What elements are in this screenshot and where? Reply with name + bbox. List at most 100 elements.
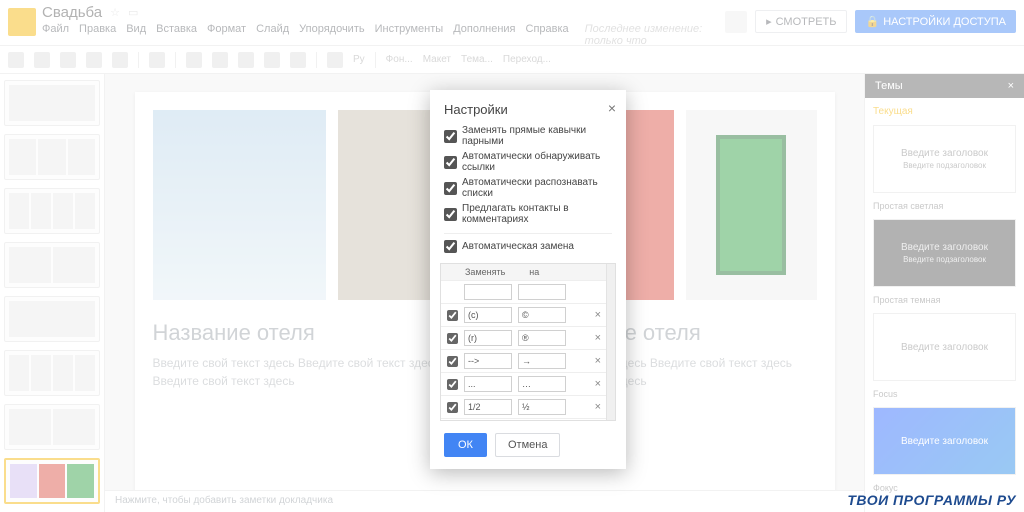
ok-button[interactable]: ОК [444, 433, 487, 457]
menu-file[interactable]: Файл [42, 23, 69, 47]
opt-detect-lists[interactable]: Автоматически распознавать списки [444, 177, 612, 199]
delete-row-icon[interactable]: × [595, 355, 601, 367]
menu-format[interactable]: Формат [207, 23, 246, 47]
replace-table: Заменять на × × × × × × [440, 263, 616, 421]
title-bar: Свадьба ☆ ▭ Файл Правка Вид Вставка Форм… [0, 0, 1024, 46]
menu-help[interactable]: Справка [526, 23, 569, 47]
opt-auto-replace[interactable]: Автоматическая замена [444, 240, 612, 253]
thumb-7[interactable] [4, 404, 100, 450]
thumb-5[interactable] [4, 296, 100, 342]
paint-icon[interactable] [112, 52, 128, 68]
replace-from[interactable] [464, 353, 512, 369]
theme-card-current[interactable]: Введите заголовокВведите подзаголовок [873, 125, 1016, 193]
menu-addons[interactable]: Дополнения [453, 23, 515, 47]
thumb-6[interactable] [4, 350, 100, 396]
opt-smart-quotes[interactable]: Заменять прямые кавычки парными [444, 125, 612, 147]
last-edit-label: Последнее изменение: только что [585, 23, 719, 47]
replace-from[interactable] [464, 399, 512, 415]
table-row: × [441, 395, 615, 418]
redo-icon[interactable] [60, 52, 76, 68]
present-button[interactable]: ▸ СМОТРЕТЬ [755, 10, 847, 33]
delete-row-icon[interactable]: × [595, 309, 601, 321]
replace-to[interactable] [518, 399, 566, 415]
toolbar-background[interactable]: Фон... [386, 54, 413, 65]
new-slide-icon[interactable] [8, 52, 24, 68]
toolbar-layout[interactable]: Макет [423, 54, 451, 65]
theme-card-dark[interactable]: Введите заголовокВведите подзаголовок [873, 219, 1016, 287]
thumb-8[interactable] [4, 458, 100, 504]
line-icon[interactable] [290, 52, 306, 68]
dialog-title: Настройки [444, 102, 508, 117]
current-theme-label: Текущая [873, 106, 1016, 117]
toolbar: Ру Фон... Макет Тема... Переход... [0, 46, 1024, 74]
menu-arrange[interactable]: Упорядочить [299, 23, 364, 47]
opt-suggest-contacts[interactable]: Предлагать контакты в комментариях [444, 203, 612, 225]
theme-card-blue[interactable]: Введите заголовок [873, 407, 1016, 475]
menu-tools[interactable]: Инструменты [375, 23, 444, 47]
theme-label-dark: Простая темная [873, 295, 1016, 305]
cancel-button[interactable]: Отмена [495, 433, 560, 457]
toolbar-transition[interactable]: Переход... [503, 54, 551, 65]
close-icon[interactable]: × [608, 100, 616, 116]
select-icon[interactable] [186, 52, 202, 68]
row-checkbox[interactable] [447, 356, 458, 367]
themes-title: Темы [875, 80, 903, 92]
image-door[interactable] [686, 110, 816, 300]
image-icon[interactable] [238, 52, 254, 68]
row-checkbox[interactable] [447, 310, 458, 321]
star-icon[interactable]: ☆ [110, 6, 120, 19]
speaker-notes[interactable]: Нажмите, чтобы добавить заметки докладчи… [105, 490, 864, 512]
replace-from-input[interactable] [464, 284, 512, 300]
theme-label-3: Focus [873, 389, 1016, 399]
replace-from[interactable] [464, 307, 512, 323]
slide-text-left[interactable]: Введите свой текст здесь Введите свой те… [153, 354, 465, 390]
print-icon[interactable] [86, 52, 102, 68]
comments-icon[interactable] [725, 11, 747, 33]
col-with: на [529, 267, 539, 277]
opt-detect-links[interactable]: Автоматически обнаруживать ссылки [444, 151, 612, 173]
table-row-empty [441, 280, 615, 303]
delete-row-icon[interactable]: × [595, 332, 601, 344]
row-checkbox[interactable] [447, 402, 458, 413]
textbox-icon[interactable] [212, 52, 228, 68]
comment-icon[interactable] [327, 52, 343, 68]
col-replace: Заменять [465, 267, 505, 277]
table-row: × [441, 372, 615, 395]
replace-from[interactable] [464, 376, 512, 392]
zoom-icon[interactable] [149, 52, 165, 68]
shape-icon[interactable] [264, 52, 280, 68]
share-button[interactable]: 🔒 НАСТРОЙКИ ДОСТУПА [855, 10, 1016, 33]
close-themes-icon[interactable]: × [1008, 80, 1014, 92]
replace-to[interactable] [518, 307, 566, 323]
replace-to-input[interactable] [518, 284, 566, 300]
toolbar-theme[interactable]: Тема... [461, 54, 493, 65]
menu-insert[interactable]: Вставка [156, 23, 197, 47]
delete-row-icon[interactable]: × [595, 378, 601, 390]
replace-to[interactable] [518, 353, 566, 369]
replace-to[interactable] [518, 330, 566, 346]
theme-card-3[interactable]: Введите заголовок [873, 313, 1016, 381]
row-checkbox[interactable] [447, 333, 458, 344]
menu-slide[interactable]: Слайд [256, 23, 289, 47]
watermark: ТВОИ ПРОГРАММЫ РУ [847, 492, 1016, 508]
themes-panel: Темы × Текущая Введите заголовокВведите п… [864, 74, 1024, 512]
menu-edit[interactable]: Правка [79, 23, 116, 47]
replace-to[interactable] [518, 376, 566, 392]
document-title[interactable]: Свадьба [42, 4, 102, 21]
table-row: × [441, 349, 615, 372]
delete-row-icon[interactable]: × [595, 401, 601, 413]
toolbar-lang[interactable]: Ру [353, 54, 365, 65]
replace-from[interactable] [464, 330, 512, 346]
image-building[interactable] [153, 110, 326, 300]
table-row: × [441, 418, 615, 421]
slide-heading-left[interactable]: Название отеля [153, 320, 465, 346]
thumb-1[interactable] [4, 80, 100, 126]
thumb-3[interactable] [4, 188, 100, 234]
undo-icon[interactable] [34, 52, 50, 68]
thumb-2[interactable] [4, 134, 100, 180]
folder-icon[interactable]: ▭ [128, 6, 138, 19]
menu-view[interactable]: Вид [126, 23, 146, 47]
thumb-4[interactable] [4, 242, 100, 288]
table-row: × [441, 326, 615, 349]
row-checkbox[interactable] [447, 379, 458, 390]
